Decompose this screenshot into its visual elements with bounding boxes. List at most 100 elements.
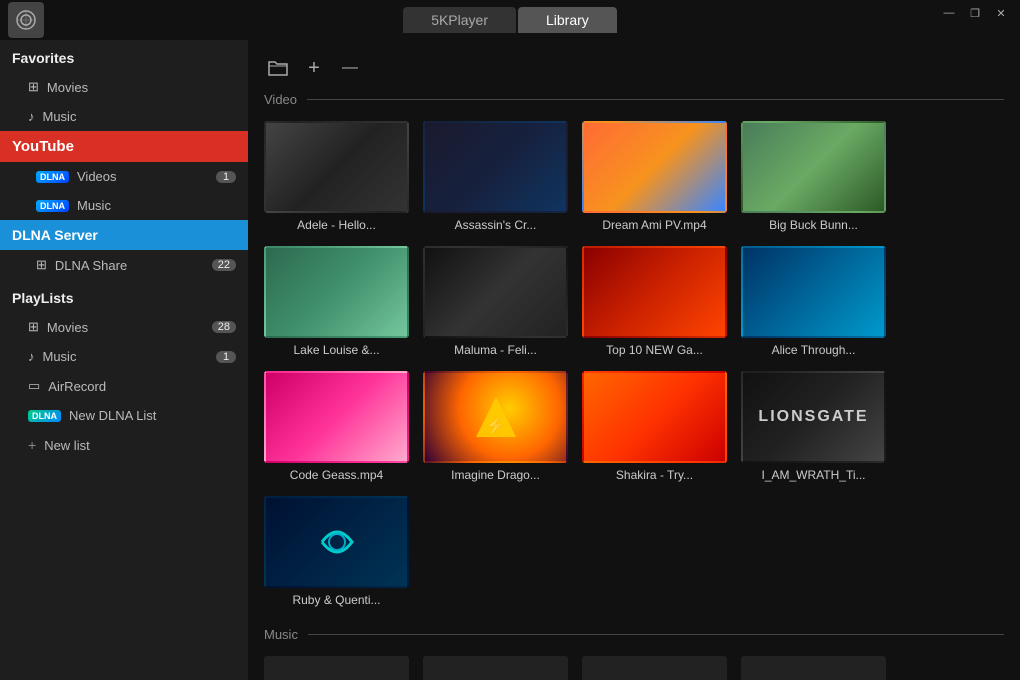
sidebar-item-dlna-share[interactable]: ⊞ DLNA Share 22 xyxy=(0,250,248,280)
sidebar-item-yt-videos[interactable]: DLNA Videos 1 xyxy=(0,162,248,191)
video-item-adele[interactable]: Adele - Hello... xyxy=(264,121,409,232)
restore-button[interactable]: ❐ xyxy=(964,4,986,22)
favorites-section-title: Favorites xyxy=(0,40,248,72)
pl-music-label: Music xyxy=(43,349,77,364)
thumb-alice xyxy=(741,246,886,338)
sidebar-item-youtube[interactable]: YouTube xyxy=(0,131,248,162)
video-item-maluma[interactable]: Maluma - Feli... xyxy=(423,246,568,357)
sidebar-movies-label: Movies xyxy=(47,80,88,95)
video-section-line xyxy=(307,99,1004,100)
remove-button[interactable]: — xyxy=(336,54,364,82)
sidebar-item-pl-movies[interactable]: ⊞ Movies 28 xyxy=(0,312,248,342)
label-shakira: Shakira - Try... xyxy=(582,468,727,482)
svg-text:⚡: ⚡ xyxy=(484,415,506,437)
dlna-server-label: DLNA Server xyxy=(12,227,98,243)
main-container: Favorites ⊞ Movies ♪ Music YouTube DLNA … xyxy=(0,40,1020,680)
music-grid: ♫ Charlie Puth ... ♫ Imagine Drago... ♫ … xyxy=(264,656,1004,680)
yt-music-label: Music xyxy=(77,198,111,213)
dlna-badge-music: DLNA xyxy=(36,200,69,212)
sidebar-item-dlna-server[interactable]: DLNA Server xyxy=(0,220,248,250)
pl-music-count: 1 xyxy=(216,351,236,363)
grid-icon-pl-movies: ⊞ xyxy=(28,319,39,335)
video-item-dream[interactable]: Dream Ami PV.mp4 xyxy=(582,121,727,232)
video-item-imagine[interactable]: ⚡ Imagine Drago... xyxy=(423,371,568,482)
label-imagine: Imagine Drago... xyxy=(423,468,568,482)
label-alice: Alice Through... xyxy=(741,343,886,357)
music-section-line xyxy=(308,634,1004,635)
music-item-3[interactable]: ♫ Imagine Drago... xyxy=(741,656,886,680)
tab-library[interactable]: Library xyxy=(518,7,617,33)
dlna-icon xyxy=(8,2,44,38)
label-ruby: Ruby & Quenti... xyxy=(264,593,409,607)
yt-videos-label: Videos xyxy=(77,169,117,184)
screen-icon: ▭ xyxy=(28,378,40,394)
label-adele: Adele - Hello... xyxy=(264,218,409,232)
video-item-assassin[interactable]: Assassin's Cr... xyxy=(423,121,568,232)
music-item-1[interactable]: ♫ Imagine Drago... xyxy=(423,656,568,680)
grid-icon-share: ⊞ xyxy=(36,257,47,273)
sidebar-item-airrecord[interactable]: ▭ AirRecord xyxy=(0,371,248,401)
video-item-alice[interactable]: Alice Through... xyxy=(741,246,886,357)
label-lake: Lake Louise &... xyxy=(264,343,409,357)
content-area: + — Video Adele - Hello... Assassin's Cr… xyxy=(248,40,1020,680)
thumb-geass xyxy=(264,371,409,463)
thumb-imagine: ⚡ xyxy=(423,371,568,463)
label-geass: Code Geass.mp4 xyxy=(264,468,409,482)
tab-5kplayer[interactable]: 5KPlayer xyxy=(403,7,516,33)
sidebar-item-yt-music[interactable]: DLNA Music xyxy=(0,191,248,220)
titlebar-controls: — ❐ ✕ xyxy=(938,0,1012,40)
video-section-text: Video xyxy=(264,92,297,107)
label-maluma: Maluma - Feli... xyxy=(423,343,568,357)
pl-movies-label: Movies xyxy=(47,320,88,335)
sidebar: Favorites ⊞ Movies ♪ Music YouTube DLNA … xyxy=(0,40,248,680)
new-dlna-label: New DLNA List xyxy=(69,408,156,423)
thumb-maluma xyxy=(423,246,568,338)
dlna-badge-videos: DLNA xyxy=(36,171,69,183)
sidebar-item-pl-music[interactable]: ♪ Music 1 xyxy=(0,342,248,371)
sidebar-item-new-list[interactable]: + New list xyxy=(0,430,248,460)
plus-icon: + xyxy=(28,437,36,453)
pl-movies-count: 28 xyxy=(212,321,236,333)
grid-icon: ⊞ xyxy=(28,79,39,95)
yt-videos-count: 1 xyxy=(216,171,236,183)
folder-button[interactable] xyxy=(264,54,292,82)
video-item-top10[interactable]: Top 10 NEW Ga... xyxy=(582,246,727,357)
playlists-section-title: PlayLists xyxy=(0,280,248,312)
thumb-music-0: ♫ xyxy=(264,656,409,680)
airrecord-label: AirRecord xyxy=(48,379,106,394)
thumb-lake xyxy=(264,246,409,338)
dlna-share-count: 22 xyxy=(212,259,236,271)
video-item-lionsgate[interactable]: LIONSGATE I_AM_WRATH_Ti... xyxy=(741,371,886,482)
youtube-label: YouTube xyxy=(12,138,74,155)
thumb-music-3: ♫ xyxy=(741,656,886,680)
add-button[interactable]: + xyxy=(300,54,328,82)
sidebar-item-new-dlna[interactable]: DLNA New DLNA List xyxy=(0,401,248,430)
video-item-shakira[interactable]: Shakira - Try... xyxy=(582,371,727,482)
content-toolbar: + — xyxy=(264,48,1004,92)
music-item-2[interactable]: ♫ Imagine Drago... xyxy=(582,656,727,680)
titlebar-tabs: 5KPlayer Library xyxy=(403,7,617,33)
close-button[interactable]: ✕ xyxy=(990,4,1012,22)
video-item-ruby[interactable]: Ruby & Quenti... xyxy=(264,496,409,607)
music-item-0[interactable]: ♫ Charlie Puth ... xyxy=(264,656,409,680)
thumb-bigbuck xyxy=(741,121,886,213)
video-item-geass[interactable]: Code Geass.mp4 xyxy=(264,371,409,482)
sidebar-item-music[interactable]: ♪ Music xyxy=(0,102,248,131)
label-bigbuck: Big Buck Bunn... xyxy=(741,218,886,232)
minimize-button[interactable]: — xyxy=(938,4,960,22)
thumb-assassin xyxy=(423,121,568,213)
video-item-bigbuck[interactable]: Big Buck Bunn... xyxy=(741,121,886,232)
video-item-lake[interactable]: Lake Louise &... xyxy=(264,246,409,357)
video-section-label: Video xyxy=(264,92,1004,107)
music-icon: ♪ xyxy=(28,109,35,124)
lionsgate-text: LIONSGATE xyxy=(758,408,868,426)
label-assassin: Assassin's Cr... xyxy=(423,218,568,232)
sidebar-music-label: Music xyxy=(43,109,77,124)
sidebar-item-movies[interactable]: ⊞ Movies xyxy=(0,72,248,102)
new-list-label: New list xyxy=(44,438,90,453)
thumb-shakira xyxy=(582,371,727,463)
thumb-dream xyxy=(582,121,727,213)
label-lionsgate: I_AM_WRATH_Ti... xyxy=(741,468,886,482)
music-section-label: Music xyxy=(264,627,1004,642)
note-icon-pl-music: ♪ xyxy=(28,349,35,364)
